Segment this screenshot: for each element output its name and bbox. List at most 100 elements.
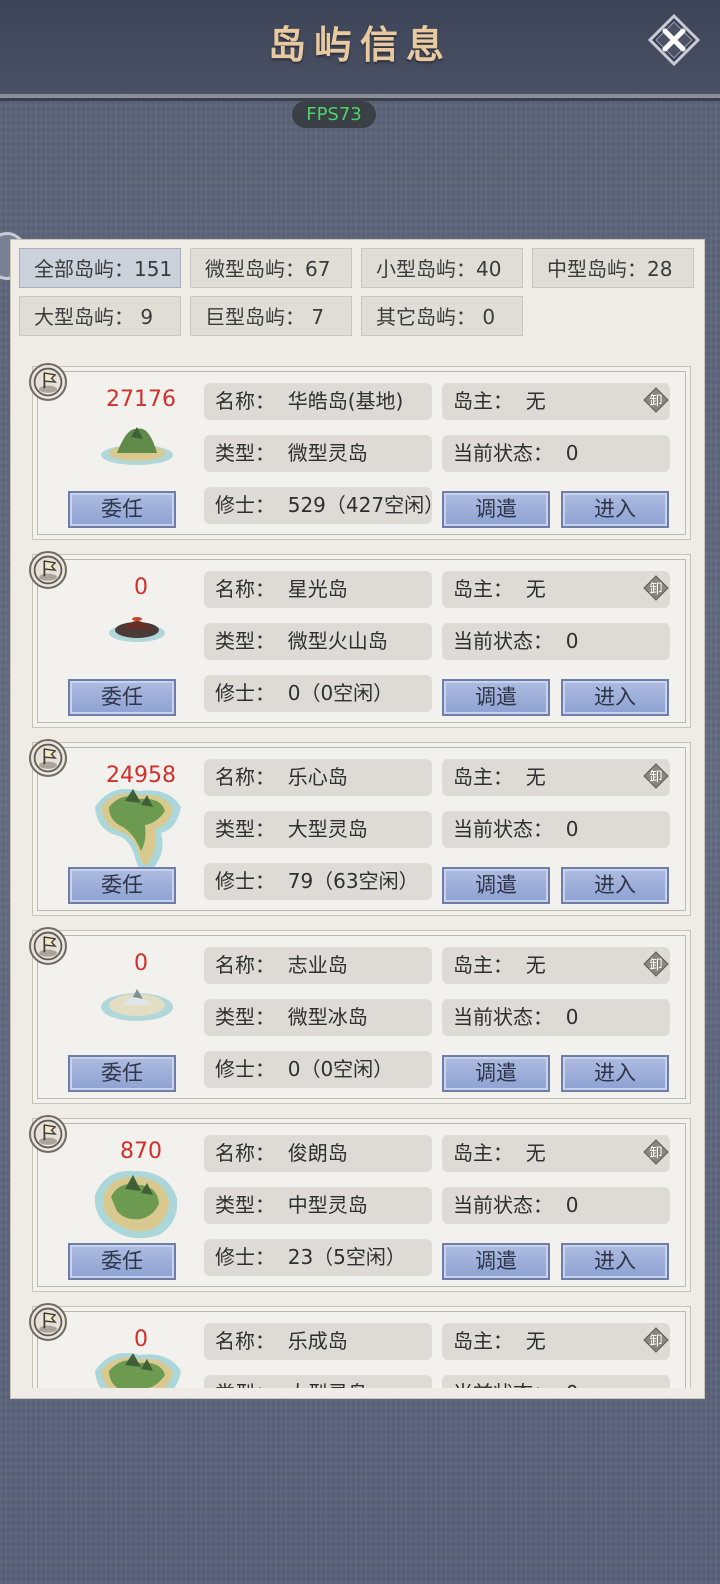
owner-label: 岛主： [453,389,513,413]
island-type-field: 类型： 大型灵岛 [204,811,432,848]
flag-icon[interactable] [29,927,67,965]
enter-button[interactable]: 进入 [561,679,669,716]
tab-other-islands[interactable]: 其它岛屿： 0 [361,296,523,336]
appoint-button[interactable]: 委任 [68,867,176,904]
island-name-value: 俊朗岛 [287,1141,348,1165]
unload-glyph: 卸 [649,1333,662,1349]
dispatch-button[interactable]: 调遣 [442,867,550,904]
type-label: 类型： [215,629,275,653]
island-status-value: 0 [565,1193,579,1217]
island-type-value: 微型火山岛 [287,629,388,653]
cultivator-label: 修士： [215,681,275,705]
owner-label: 岛主： [453,577,513,601]
enter-button[interactable]: 进入 [561,1055,669,1092]
dispatch-button[interactable]: 调遣 [442,1055,550,1092]
appoint-button[interactable]: 委任 [68,1055,176,1092]
cultivator-value: 79（63空闲） [287,869,419,893]
island-type-field: 类型： 微型灵岛 [204,435,432,472]
island-name-field: 名称： 星光岛 [204,571,432,608]
owner-label: 岛主： [453,1329,513,1353]
dispatch-button[interactable]: 调遣 [442,679,550,716]
status-label: 当前状态： [453,441,553,465]
dispatch-button[interactable]: 调遣 [442,491,550,528]
appoint-button[interactable]: 委任 [68,491,176,528]
island-status-value: 0 [566,1381,579,1388]
island-card-4: 0 名称： 志业岛 岛主： 无 卸 类型： 微型冰岛 当前状态： 0 修士： 0… [29,927,691,1104]
unload-icon[interactable]: 卸 [643,387,669,413]
island-card-6: 0 名称： 乐成岛 岛主： 无 卸 类型： 大型灵岛 当前状态： 0 修士： 委… [29,1303,691,1388]
island-panel: 全部岛屿：151 微型岛屿：67 小型岛屿：40 中型岛屿：28 大型岛屿： 9… [10,239,705,1399]
tab-medium-islands[interactable]: 中型岛屿：28 [532,248,694,288]
flag-icon[interactable] [29,1115,67,1153]
tab-all-islands[interactable]: 全部岛屿：151 [19,248,181,288]
cultivator-field: 修士： 0（0空闲） [204,675,432,712]
owner-label: 岛主： [453,1141,513,1165]
unload-glyph: 卸 [649,769,662,785]
tab-huge-islands[interactable]: 巨型岛屿： 7 [190,296,352,336]
unload-icon[interactable]: 卸 [643,1139,669,1165]
island-status-field: 当前状态： 0 [442,999,670,1036]
appoint-button[interactable]: 委任 [68,1243,176,1280]
flag-icon[interactable] [29,551,67,589]
island-type-field: 类型： 微型火山岛 [204,623,432,660]
type-label: 类型： [215,1005,275,1029]
ice-island-icon [101,989,173,1021]
island-status-field: 当前状态： 0 [442,435,670,472]
small-spirit-island-icon [101,427,173,465]
type-label: 类型： [215,817,275,841]
dispatch-button[interactable]: 调遣 [442,1243,550,1280]
unload-icon[interactable]: 卸 [643,951,669,977]
name-label: 名称： [215,577,275,601]
island-score: 0 [134,951,148,976]
enter-button[interactable]: 进入 [561,491,669,528]
island-owner-field: 岛主： 无 [442,1323,670,1360]
status-label: 当前状态： [453,1005,553,1029]
fps-counter: FPS73 [292,101,376,128]
name-label: 名称： [215,1329,275,1353]
island-score: 27176 [106,387,176,412]
appoint-button[interactable]: 委任 [68,679,176,716]
unload-glyph: 卸 [649,1145,662,1161]
cultivator-field: 修士： 0（0空闲） [204,1051,432,1088]
island-type-value: 微型灵岛 [287,441,368,465]
unload-icon[interactable]: 卸 [643,575,669,601]
status-label: 当前状态： [453,1193,553,1217]
island-owner-value: 无 [525,765,546,789]
island-name-value: 乐成岛 [287,1329,348,1353]
island-status-value: 0 [565,441,579,465]
title-bar: 岛屿信息 [0,0,720,98]
name-label: 名称： [215,765,275,789]
tab-large-islands[interactable]: 大型岛屿： 9 [19,296,181,336]
island-type-value: 中型灵岛 [287,1193,368,1217]
volcano-island-icon [109,617,165,642]
island-name-field: 名称： 乐心岛 [204,759,432,796]
island-owner-field: 岛主： 无 [442,759,670,796]
large-island-icon [95,789,181,872]
island-name-value: 华皓岛(基地) [287,389,404,413]
island-name-field: 名称： 乐成岛 [204,1323,432,1360]
island-owner-field: 岛主： 无 [442,383,670,420]
close-icon[interactable] [648,14,700,66]
island-type-field: 类型： 中型灵岛 [204,1187,432,1224]
island-scroll-area[interactable]: 全部岛屿：151 微型岛屿：67 小型岛屿：40 中型岛屿：28 大型岛屿： 9… [11,240,704,1388]
flag-icon[interactable] [29,739,67,777]
island-type-field: 类型： 大型灵岛 [204,1375,432,1388]
island-owner-field: 岛主： 无 [442,947,670,984]
island-status-field: 当前状态： 0 [442,1187,670,1224]
flag-icon[interactable] [29,363,67,401]
unload-icon[interactable]: 卸 [643,763,669,789]
tab-micro-islands[interactable]: 微型岛屿：67 [190,248,352,288]
island-owner-value: 无 [525,577,546,601]
cultivator-field: 修士： 23（5空闲） [204,1239,432,1276]
unload-icon[interactable]: 卸 [643,1327,669,1353]
flag-icon[interactable] [29,1303,67,1341]
island-type-value: 大型灵岛 [287,817,368,841]
island-name-field: 名称： 俊朗岛 [204,1135,432,1172]
enter-button[interactable]: 进入 [561,1243,669,1280]
enter-button[interactable]: 进入 [561,867,669,904]
island-type-value: 大型灵岛 [288,1381,368,1388]
name-label: 名称： [215,1141,275,1165]
cultivator-label: 修士： [215,1245,275,1269]
tab-small-islands[interactable]: 小型岛屿：40 [361,248,523,288]
name-label: 名称： [215,389,275,413]
